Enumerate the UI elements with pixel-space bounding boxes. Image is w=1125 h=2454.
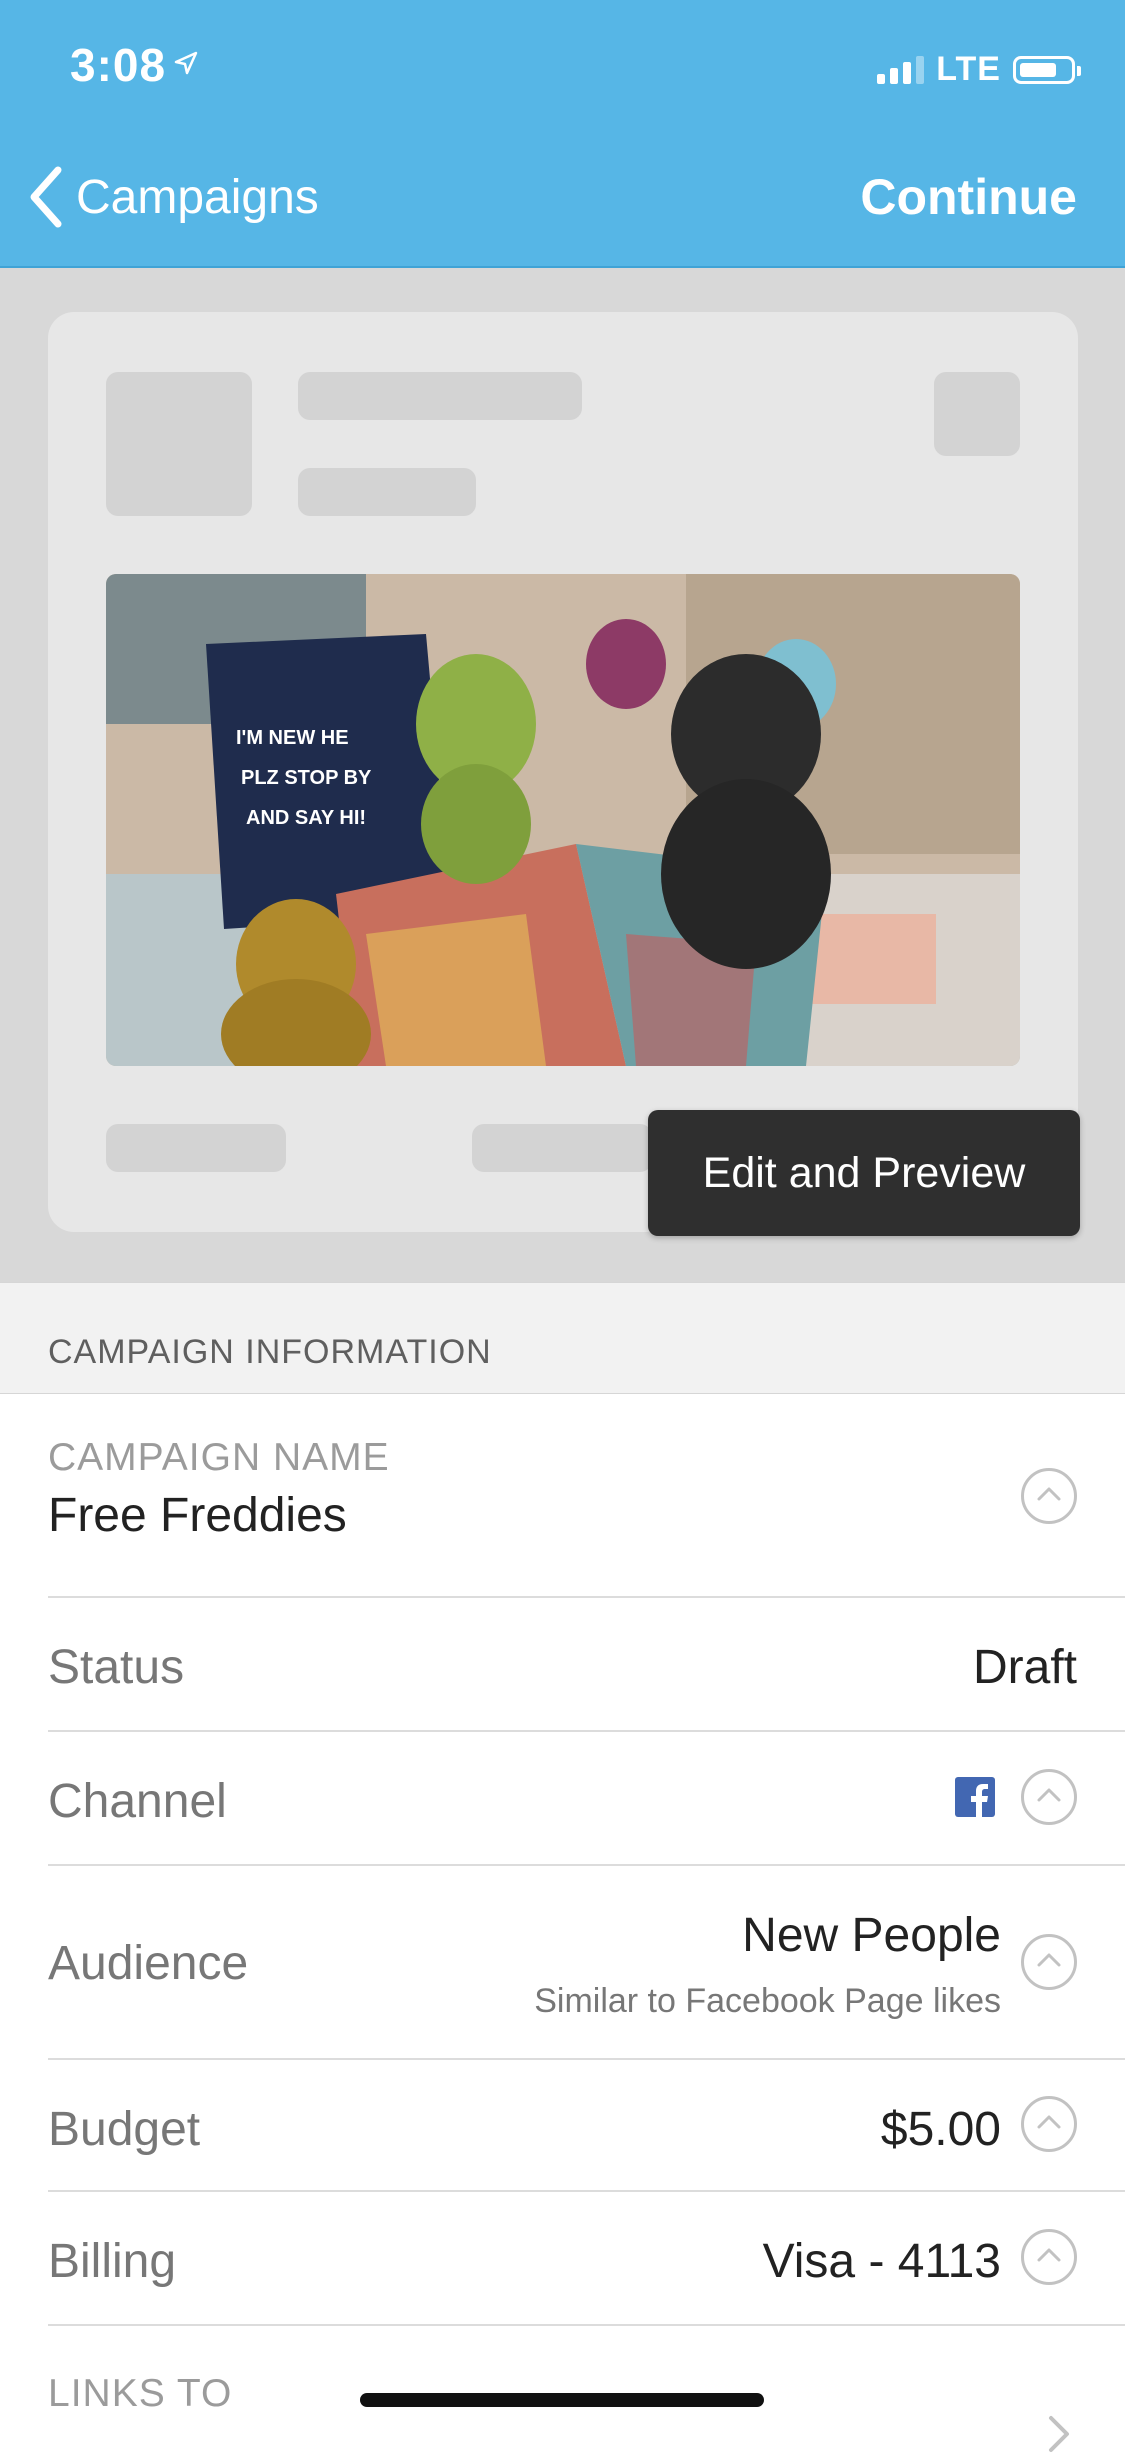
time-text: 3:08: [70, 39, 167, 91]
menu-placeholder: [934, 372, 1020, 456]
sign-line-3: AND SAY HI!: [246, 807, 366, 829]
section-title: CAMPAIGN INFORMATION: [48, 1333, 492, 1371]
billing-value: Visa - 4113: [762, 2235, 1001, 2288]
top-bar: 3:08 LTE Campaigns Continue: [0, 0, 1125, 268]
signal-icon: [877, 55, 925, 84]
status-time: 3:08: [70, 38, 198, 92]
budget-value: $5.00: [880, 2103, 1001, 2156]
audience-subtext: Similar to Facebook Page likes: [534, 1982, 1001, 2020]
billing-label: Billing: [48, 2235, 177, 2288]
network-type: LTE: [936, 50, 1001, 88]
back-label: Campaigns: [76, 170, 319, 224]
section-header: CAMPAIGN INFORMATION: [0, 1282, 1125, 1394]
status-indicators: LTE: [877, 50, 1081, 89]
location-arrow-icon: [174, 51, 198, 75]
subtitle-placeholder: [298, 468, 476, 516]
audience-label: Audience: [48, 1937, 249, 1990]
chevron-up-icon: [1021, 1468, 1077, 1524]
continue-button[interactable]: Continue: [860, 168, 1077, 226]
edit-and-preview-button[interactable]: Edit and Preview: [648, 1110, 1080, 1236]
status-value: Draft: [972, 1641, 1077, 1694]
status-row: Status Draft: [48, 1596, 1125, 1732]
billing-row[interactable]: Billing Visa - 4113: [48, 2190, 1125, 2326]
battery-icon: [1013, 55, 1081, 84]
campaign-name-value: Free Freddies: [48, 1489, 347, 1542]
sign-line-2: PLZ STOP BY: [241, 767, 372, 789]
chevron-up-icon: [1021, 1769, 1077, 1825]
back-button[interactable]: Campaigns: [26, 164, 319, 230]
home-indicator[interactable]: [360, 2393, 764, 2407]
links-to-row[interactable]: LINKS TO: [48, 2324, 1125, 2452]
chevron-up-icon: [1021, 2229, 1077, 2285]
chevron-up-icon: [1021, 1934, 1077, 1990]
audience-row[interactable]: Audience New People Similar to Facebook …: [48, 1864, 1125, 2060]
facebook-icon: [955, 1777, 995, 1817]
channel-row[interactable]: Channel: [48, 1730, 1125, 1866]
ad-image: I'M NEW HE PLZ STOP BY AND SAY HI!: [106, 574, 1020, 1066]
action-placeholder-1: [106, 1124, 286, 1172]
status-label: Status: [48, 1641, 185, 1694]
title-placeholder: [298, 372, 582, 420]
channel-label: Channel: [48, 1775, 227, 1828]
chevron-up-icon: [1021, 2096, 1077, 2152]
campaign-name-label: CAMPAIGN NAME: [48, 1436, 390, 1479]
budget-row[interactable]: Budget $5.00: [48, 2058, 1125, 2192]
chevron-right-icon: [1049, 2416, 1069, 2452]
action-placeholder-2: [472, 1124, 652, 1172]
audience-value: New People: [742, 1909, 1001, 1962]
campaign-name-row[interactable]: CAMPAIGN NAME Free Freddies: [48, 1392, 1125, 1598]
budget-label: Budget: [48, 2103, 201, 2156]
links-to-label: LINKS TO: [48, 2372, 233, 2415]
chevron-left-icon: [30, 166, 62, 228]
avatar-placeholder: [106, 372, 252, 516]
sign-line-1: I'M NEW HE: [236, 727, 349, 749]
